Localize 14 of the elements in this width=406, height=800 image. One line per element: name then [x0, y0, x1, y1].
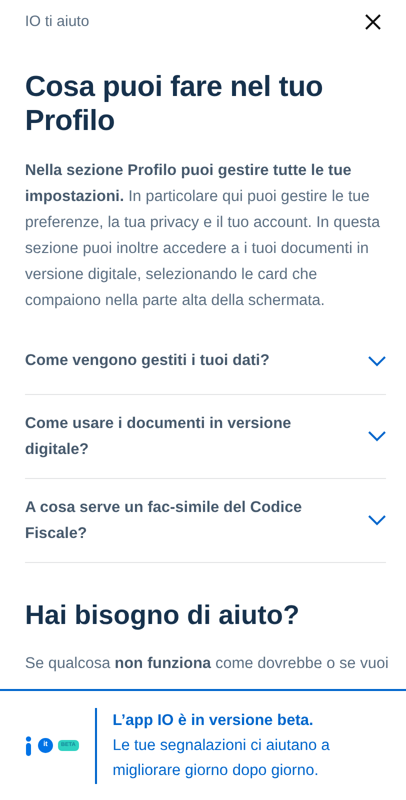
faq-item[interactable]: Come vengono gestiti i tuoi dati?: [25, 328, 386, 395]
chevron-down-icon: [368, 356, 386, 366]
section-title: Hai bisogno di aiuto?: [25, 599, 300, 632]
chevron-down-icon: [368, 515, 386, 526]
page-title: Cosa puoi fare nel tuo Profilo: [25, 70, 324, 138]
faq-item[interactable]: Come usare i documenti in versione digitale?: [25, 395, 386, 479]
close-button[interactable]: [364, 13, 382, 31]
faq-item[interactable]: A cosa serve un fac-simile del Codice Fiscale?: [25, 479, 386, 563]
intro-paragraph: Nella sezione Profilo puoi gestire tutte le tue impostazioni. In particolare qui puoi gestire le tue preferenze, la tua privacy e il tuo account. In questa sezione puoi inoltre accedere a i tuoi documenti in versione digitale, selezionando le card che compaiono nella parte alta della schermata.: [25, 161, 381, 311]
header-title: IO ti aiuto: [25, 12, 90, 32]
chevron-down-icon: [368, 431, 386, 442]
beta-title: L’app IO è in versione beta.: [112, 711, 314, 731]
help-paragraph: Se qualcosa non funziona come dovrebbe o se vuoi: [25, 654, 390, 674]
beta-text: Le tue segnalazioni ci aiutano a migliorare giorno dopo giorno.: [112, 736, 331, 781]
